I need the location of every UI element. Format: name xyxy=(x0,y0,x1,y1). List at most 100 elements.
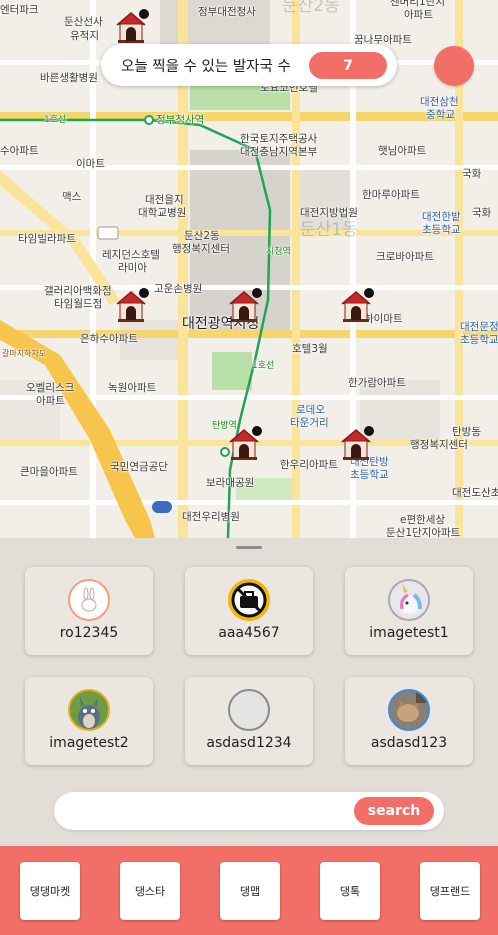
map-label: 오벨리스크 xyxy=(26,382,75,394)
map-label: 타운거리 xyxy=(290,417,329,429)
no-briefcase-avatar xyxy=(228,579,270,621)
map-label: 맥스 xyxy=(62,191,82,203)
unicorn-avatar xyxy=(388,579,430,621)
map-label: 아파트 xyxy=(36,395,65,407)
map-label: 보라매공원 xyxy=(206,477,255,489)
cat-photo-avatar xyxy=(388,689,430,731)
map-label: 호텔3월 xyxy=(292,343,328,355)
map-label: 대전문정 xyxy=(460,321,498,333)
search-bar: search xyxy=(54,792,444,830)
map-label: 큰마을아파트 xyxy=(20,466,78,478)
map-label: 녹원아파트 xyxy=(108,382,157,394)
user-name: imagetest1 xyxy=(369,625,449,641)
map-label: 타임월드점 xyxy=(54,298,103,310)
map-label: 둔산1단지아파트 xyxy=(386,527,461,538)
map-label: 둔산2동 xyxy=(282,0,340,16)
nav-dangstar[interactable]: 댕스타 xyxy=(120,862,180,920)
map-label: 둔산1동 xyxy=(300,220,358,240)
map-label: 시청역 xyxy=(266,247,291,257)
user-card[interactable]: aaa4567 xyxy=(185,567,313,655)
drag-handle[interactable] xyxy=(236,546,262,549)
user-card[interactable]: asdasd123 xyxy=(345,677,473,765)
map-label: 대전충남지역본부 xyxy=(240,146,318,158)
totoro-avatar xyxy=(68,689,110,731)
nav-dangmap[interactable]: 댕맵 xyxy=(220,862,280,920)
profile-button[interactable] xyxy=(434,46,474,86)
map-label: 둔산선사 xyxy=(64,16,103,28)
map-label: 갈마지하차도 xyxy=(2,349,47,358)
map-label: 아파트 xyxy=(404,9,433,21)
map-label: 행정복지센터 xyxy=(410,439,468,451)
map-label: 대전지방법원 xyxy=(300,207,358,219)
user-card[interactable]: asdasd1234 xyxy=(185,677,313,765)
map-label: 초등학교 xyxy=(350,469,389,481)
rabbit-sketch-avatar xyxy=(68,579,110,621)
map-label: 센머리1단지 xyxy=(390,0,445,8)
map-label: 햇님아파트 xyxy=(378,145,427,157)
footprint-counter: 오늘 찍을 수 있는 발자국 수 7 xyxy=(101,44,397,86)
map-label: 정부대전청사 xyxy=(198,6,256,18)
map-label: 유적지 xyxy=(70,30,99,42)
map-label: 은하수아파트 xyxy=(80,333,138,345)
map-label: 1호선 xyxy=(252,361,275,371)
user-name: imagetest2 xyxy=(49,735,129,751)
nav-dangtalk[interactable]: 댕톡 xyxy=(320,862,380,920)
kennel-marker-icon[interactable] xyxy=(338,288,374,324)
kennel-marker-icon[interactable] xyxy=(226,426,262,462)
map-label: 수아파트 xyxy=(0,145,39,157)
map-label: 대전삼천 xyxy=(420,96,459,108)
user-name: asdasd123 xyxy=(370,735,448,751)
map-label: 라미아 xyxy=(118,262,147,274)
map-label: 이마트 xyxy=(76,158,105,170)
map-label: 정부청사역 xyxy=(156,114,205,126)
map-label: 레지던스호텔 xyxy=(102,249,160,261)
map-label: 대전도산초 xyxy=(452,487,498,499)
footprint-count-badge: 7 xyxy=(309,52,387,79)
map-label: 크로바아파트 xyxy=(376,251,434,263)
kennel-marker-icon[interactable] xyxy=(226,288,262,324)
map-label: 탄방동 xyxy=(452,426,481,438)
map-label: 바른생활병원 xyxy=(40,72,98,84)
map-label: 국화 xyxy=(462,168,482,180)
map-label: 갤러리아백화점 xyxy=(44,285,112,297)
friend-panel: ro12345 aaa4567 imagetest1 imagetest2 as… xyxy=(0,538,498,846)
map-label: 한가람아파트 xyxy=(348,377,406,389)
user-name: aaa4567 xyxy=(218,625,280,641)
map-label: 1호선 xyxy=(44,115,67,125)
map-label: 고운손병원 xyxy=(154,283,203,295)
map-label: 초등학교 xyxy=(460,334,498,346)
kennel-marker-icon[interactable] xyxy=(113,288,149,324)
bottom-nav: 댕댕마켓 댕스타 댕맵 댕톡 댕프랜드 xyxy=(0,846,498,935)
user-card[interactable]: ro12345 xyxy=(25,567,153,655)
footprint-counter-label: 오늘 찍을 수 있는 발자국 수 xyxy=(121,58,291,75)
user-name: ro12345 xyxy=(59,625,119,641)
kennel-marker-icon[interactable] xyxy=(338,426,374,462)
map-label: 엔터파크 xyxy=(0,4,39,16)
user-name: asdasd1234 xyxy=(206,735,292,751)
map-label: 대전우리병원 xyxy=(182,511,240,523)
map-label: 한마루아파트 xyxy=(362,189,420,201)
nav-dangfriend[interactable]: 댕프랜드 xyxy=(420,862,480,920)
map-label: 초등학교 xyxy=(422,224,461,236)
map-label: 국화 xyxy=(472,207,492,219)
map-label: 대학교병원 xyxy=(138,207,187,219)
map-view[interactable]: 엔터파크 둔산선사 유적지 정부대전청사 둔산2동 센머리1단지 아파트 꿈나무… xyxy=(0,0,498,538)
map-label: 한우리아파트 xyxy=(280,459,338,471)
map-label: 중학교 xyxy=(426,109,455,121)
map-label: 국민연금공단 xyxy=(110,461,168,473)
search-button[interactable]: search xyxy=(354,797,434,825)
user-card[interactable]: imagetest1 xyxy=(345,567,473,655)
map-label: 행정복지센터 xyxy=(172,243,230,255)
map-label: 한국토지주택공사 xyxy=(240,133,318,145)
empty-avatar xyxy=(228,689,270,731)
kennel-marker-icon[interactable] xyxy=(113,9,149,45)
map-label: 대전을지 xyxy=(145,194,184,206)
search-input[interactable] xyxy=(72,800,342,822)
map-label: 타임빌라파트 xyxy=(18,233,76,245)
map-label: 로데오 xyxy=(296,404,325,416)
map-label: 대전한밭 xyxy=(422,211,461,223)
nav-dangdang-market[interactable]: 댕댕마켓 xyxy=(20,862,80,920)
map-label: 둔산2동 xyxy=(184,230,220,242)
map-label: e편한세상 xyxy=(400,514,446,526)
user-card[interactable]: imagetest2 xyxy=(25,677,153,765)
